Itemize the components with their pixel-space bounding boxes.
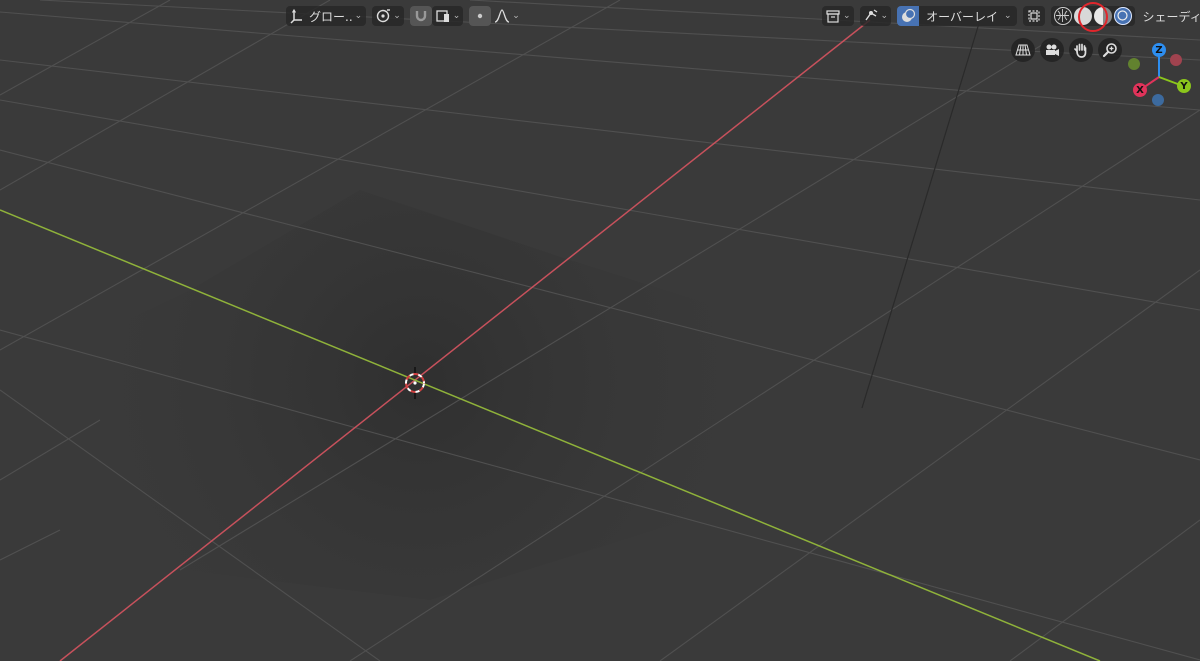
chevron-down-icon: ⌄: [1003, 11, 1012, 21]
gizmo-toggle[interactable]: ⌄: [859, 6, 892, 26]
snap-group: ⌄: [409, 6, 464, 26]
gizmo-icon: [864, 9, 877, 21]
object-types-icon: [826, 10, 840, 23]
overlay-icon: [902, 8, 916, 22]
xray-icon: [1027, 10, 1040, 22]
transform-orientation-label: グロー..: [309, 9, 353, 24]
wireframe-icon: [1055, 9, 1069, 22]
chevron-down-icon: ⌄: [880, 11, 889, 21]
gizmo-z-label: Z: [1155, 44, 1163, 56]
gizmo-neg-x-handle[interactable]: [1170, 54, 1182, 66]
gizmo-x-handle[interactable]: X: [1133, 83, 1147, 97]
snap-magnet-icon: [415, 11, 426, 22]
snap-target-dropdown[interactable]: ⌄: [431, 6, 464, 26]
gizmo-group: ⌄: [859, 6, 892, 26]
snap-target-icon: [436, 10, 449, 22]
3d-viewport[interactable]: [0, 0, 1200, 661]
chevron-down-icon: ⌄: [393, 11, 401, 21]
overlay-dropdown[interactable]: オーバーレイ ⌄: [919, 6, 1017, 26]
proportional-edit-toggle[interactable]: [469, 6, 492, 26]
shading-label: シェーディング: [1142, 9, 1200, 24]
overlay-label: オーバーレイ: [926, 9, 998, 24]
xray-toggle[interactable]: [1022, 6, 1045, 26]
chevron-down-icon: ⌄: [354, 11, 363, 21]
rendered-icon: [1116, 10, 1128, 21]
gizmo-z-handle[interactable]: Z: [1152, 43, 1166, 57]
overlay-toggle[interactable]: [897, 6, 920, 26]
shading-dropdown[interactable]: シェーディング ⌄: [1141, 6, 1200, 26]
zoom-view-button[interactable]: [1098, 38, 1122, 62]
pan-view-button[interactable]: [1069, 38, 1093, 62]
header-right-toolbar: ⌄ ⌄ オーバーレイ ⌄ シェーディ: [822, 5, 1200, 27]
transform-orientation-group: グロー.. ⌄: [286, 6, 367, 26]
perspective-grid-icon: [1015, 44, 1031, 56]
falloff-curve-icon: [495, 9, 510, 23]
rendered-shading-button[interactable]: [1113, 7, 1132, 25]
snap-toggle[interactable]: [409, 6, 432, 26]
camera-view-button[interactable]: [1040, 38, 1064, 62]
orientation-axes-icon: [290, 8, 302, 24]
chevron-down-icon: ⌄: [452, 11, 461, 21]
wireframe-shading-button[interactable]: [1053, 7, 1072, 25]
overlay-group: オーバーレイ ⌄: [897, 6, 1017, 26]
zoom-icon: [1102, 43, 1117, 58]
hand-pan-icon: [1074, 43, 1087, 58]
gizmo-neg-y-handle[interactable]: [1128, 58, 1140, 70]
gizmo-neg-z-handle[interactable]: [1152, 94, 1164, 106]
transform-orientation-dropdown[interactable]: グロー.. ⌄: [286, 6, 367, 26]
pivot-group: ⌄: [372, 6, 404, 26]
header-left-toolbar: グロー.. ⌄ ⌄ ⌄ ⌄: [286, 5, 529, 27]
camera-icon: [1046, 44, 1059, 56]
proportional-group: ⌄: [469, 6, 523, 26]
proportional-edit-icon: [478, 13, 483, 19]
axis-gizmo[interactable]: Z X Y: [1124, 38, 1200, 114]
gizmo-y-label: Y: [1180, 80, 1188, 92]
gizmo-y-handle[interactable]: Y: [1177, 79, 1191, 93]
falloff-dropdown[interactable]: ⌄: [491, 6, 523, 26]
chevron-down-icon: ⌄: [512, 11, 520, 21]
pivot-point-icon: [376, 9, 391, 23]
pivot-point-dropdown[interactable]: ⌄: [372, 6, 404, 26]
highlight-circle: [1078, 2, 1108, 32]
chevron-down-icon: ⌄: [843, 11, 851, 21]
perspective-toggle-button[interactable]: [1011, 38, 1035, 62]
object-types-dropdown[interactable]: ⌄: [822, 6, 854, 26]
object-types-group: ⌄: [822, 6, 854, 26]
xray-group: [1022, 6, 1045, 26]
gizmo-x-label: X: [1136, 84, 1144, 96]
